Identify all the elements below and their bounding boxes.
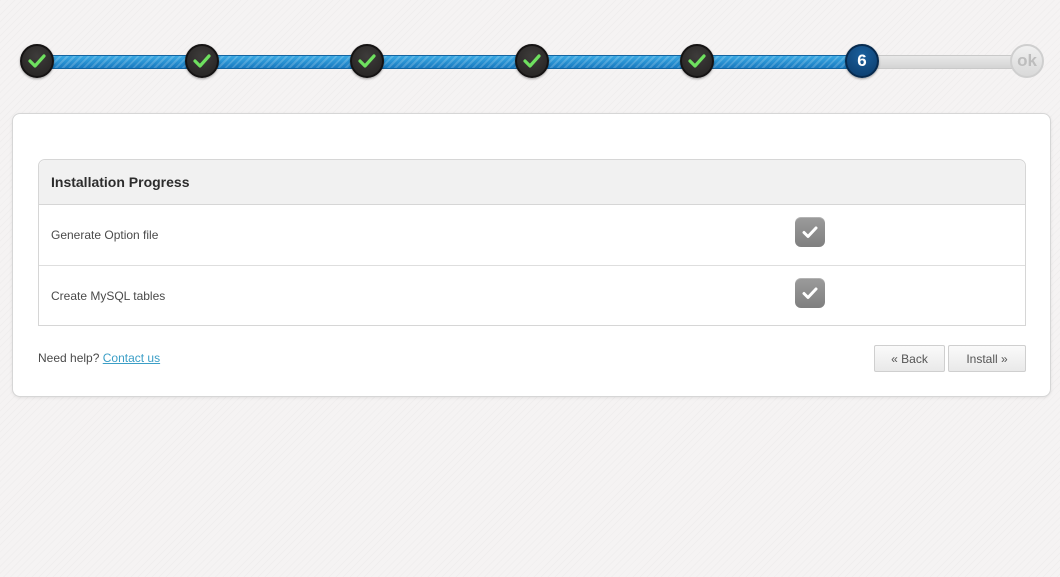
progress-fill bbox=[30, 55, 870, 69]
step-5-complete bbox=[680, 44, 714, 78]
step-6-current: 6 bbox=[845, 44, 879, 78]
installation-stepper: 6 ok bbox=[0, 0, 1060, 110]
installation-card: Installation Progress Generate Option fi… bbox=[12, 113, 1051, 397]
check-icon bbox=[523, 54, 541, 68]
step-final-pending: ok bbox=[1010, 44, 1044, 78]
check-icon bbox=[193, 54, 211, 68]
table-title: Installation Progress bbox=[39, 160, 1025, 205]
check-icon bbox=[802, 226, 818, 238]
step-1-complete bbox=[20, 44, 54, 78]
check-icon bbox=[802, 287, 818, 299]
step-2-complete bbox=[185, 44, 219, 78]
task-status-badge bbox=[795, 217, 825, 247]
help-line: Need help? Contact us bbox=[38, 351, 160, 365]
installation-progress-table: Installation Progress Generate Option fi… bbox=[38, 159, 1026, 326]
check-icon bbox=[688, 54, 706, 68]
table-row: Create MySQL tables bbox=[39, 265, 1025, 325]
back-button[interactable]: « Back bbox=[874, 345, 945, 372]
task-status-badge bbox=[795, 278, 825, 308]
step-3-complete bbox=[350, 44, 384, 78]
check-icon bbox=[28, 54, 46, 68]
check-icon bbox=[358, 54, 376, 68]
install-button[interactable]: Install » bbox=[948, 345, 1026, 372]
table-row: Generate Option file bbox=[39, 205, 1025, 265]
task-label: Generate Option file bbox=[51, 228, 159, 242]
help-text: Need help? bbox=[38, 351, 100, 365]
task-label: Create MySQL tables bbox=[51, 288, 166, 303]
contact-us-link[interactable]: Contact us bbox=[103, 351, 160, 365]
step-4-complete bbox=[515, 44, 549, 78]
